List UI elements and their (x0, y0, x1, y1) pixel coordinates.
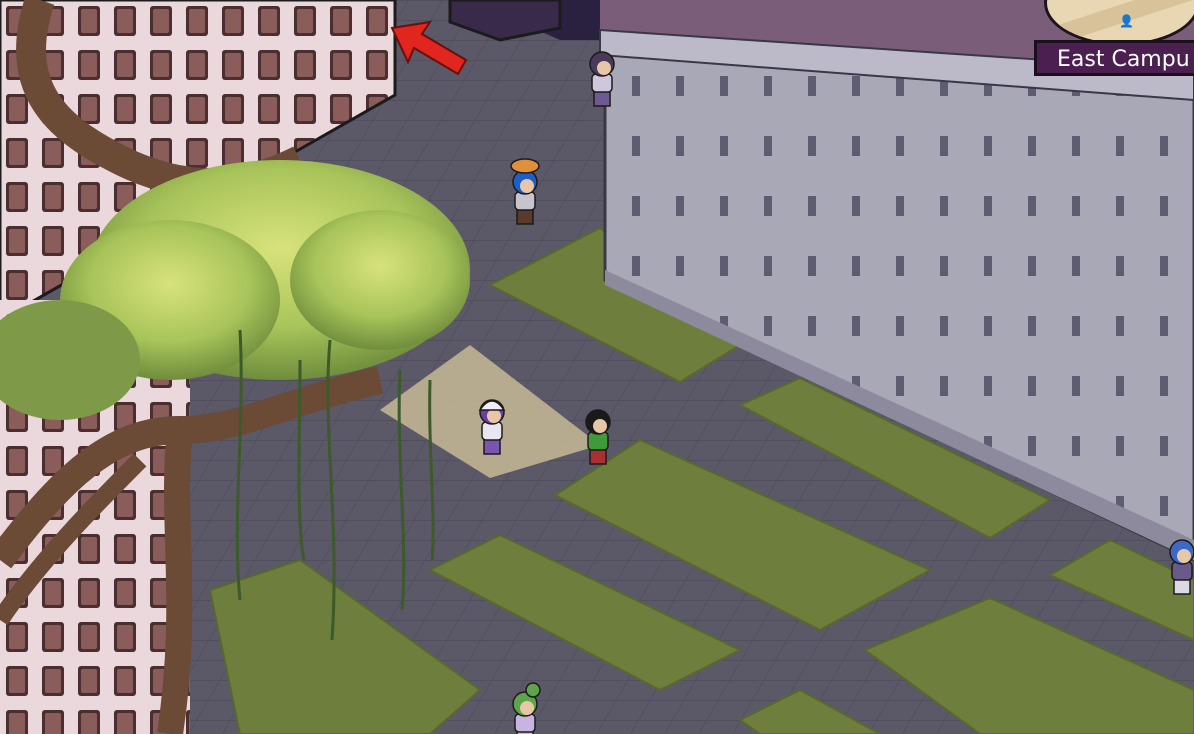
location-label[interactable]: East Campu (1034, 40, 1194, 76)
avatar-afro-green-shirt[interactable] (585, 409, 611, 465)
game-world-scene[interactable] (0, 0, 1194, 734)
avatar-baseball-cap[interactable] (478, 399, 506, 455)
person-icon: 👤 (1119, 14, 1134, 28)
avatar-top-partial[interactable] (589, 51, 615, 107)
avatar-blue-hair-right[interactable] (1169, 539, 1194, 595)
